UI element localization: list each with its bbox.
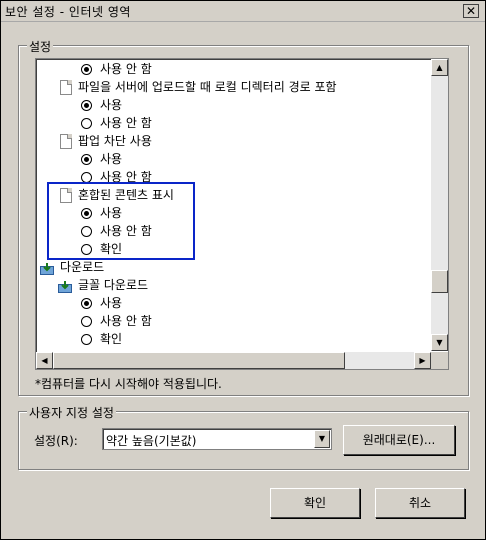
settings-tree-content: 사용 안 함 파일을 서버에 업로드할 때 로컬 디렉터리 경로 포함 사용 사용 안… xyxy=(36,59,431,351)
option-label: 사용 xyxy=(100,206,123,220)
dropdown-arrow-glyph: ▼ xyxy=(318,434,326,443)
settings-level-label: 설정(R): xyxy=(34,434,78,448)
radio-option[interactable]: 사용 안 함 xyxy=(81,60,152,78)
option-label: 글꼴 다운로드 xyxy=(78,278,149,292)
setting-category[interactable]: 팝업 차단 사용 xyxy=(60,132,152,150)
radio-checked-icon xyxy=(81,100,92,111)
radio-unchecked-icon xyxy=(81,172,92,183)
setting-category[interactable]: 혼합된 콘텐츠 표시 xyxy=(60,186,174,204)
radio-option[interactable]: 사용 안 함 xyxy=(81,312,152,330)
horizontal-scrollbar[interactable]: ◀ ▶ xyxy=(36,352,431,369)
scrollbar-corner xyxy=(431,352,448,369)
restart-note: *컴퓨터를 다시 시작해야 적용됩니다. xyxy=(35,377,222,391)
option-label: 혼합된 콘텐츠 표시 xyxy=(78,188,174,202)
radio-checked-icon xyxy=(81,208,92,219)
settings-group-label: 설정 xyxy=(27,38,54,55)
radio-option[interactable]: 사용 xyxy=(81,150,122,168)
document-icon xyxy=(60,80,72,95)
scroll-down-button[interactable]: ▼ xyxy=(431,334,448,351)
settings-tree-list[interactable]: 사용 안 함 파일을 서버에 업로드할 때 로컬 디렉터리 경로 포함 사용 사용 안… xyxy=(35,58,449,370)
cancel-button[interactable]: 취소 xyxy=(375,488,465,518)
option-label: 사용 안 함 xyxy=(100,116,152,130)
option-label: 확인 xyxy=(100,332,123,346)
radio-option[interactable]: 사용 안 함 xyxy=(81,222,152,240)
option-label: 사용 안 함 xyxy=(100,170,152,184)
radio-unchecked-icon xyxy=(81,334,92,345)
option-label: 사용 안 함 xyxy=(100,62,152,76)
scroll-left-button[interactable]: ◀ xyxy=(36,352,53,369)
radio-option[interactable]: 사용 안 함 xyxy=(81,114,152,132)
radio-checked-icon xyxy=(81,154,92,165)
document-icon xyxy=(60,134,72,149)
close-button[interactable]: ✕ xyxy=(463,4,479,18)
scroll-right-icon: ▶ xyxy=(419,356,426,365)
radio-unchecked-icon xyxy=(81,226,92,237)
option-label: 사용 안 함 xyxy=(100,314,152,328)
security-settings-dialog: 보안 설정 - 인터넷 영역 ✕ 설정 사용 안 함파일을 서버에 업로드할 때… xyxy=(0,0,486,540)
option-label: 사용 안 함 xyxy=(100,224,152,238)
reset-button[interactable]: 원래대로(E)... xyxy=(343,425,455,455)
radio-checked-icon xyxy=(81,298,92,309)
document-icon xyxy=(60,188,72,203)
close-icon: ✕ xyxy=(465,4,477,18)
radio-option[interactable]: 확인 xyxy=(81,240,122,258)
vertical-scrollbar[interactable]: ▲ ▼ xyxy=(431,59,448,351)
option-label: 팝업 차단 사용 xyxy=(78,134,152,148)
radio-unchecked-icon xyxy=(81,316,92,327)
option-label: 사용 xyxy=(100,152,123,166)
radio-unchecked-icon xyxy=(81,118,92,129)
option-label: 사용 xyxy=(100,296,123,310)
security-level-value: 약간 높음(기본값) xyxy=(106,434,197,448)
chevron-down-icon[interactable]: ▼ xyxy=(314,430,330,448)
option-label: 파일을 서버에 업로드할 때 로컬 디렉터리 경로 포함 xyxy=(78,80,337,94)
scroll-left-icon: ◀ xyxy=(41,356,48,365)
download-icon xyxy=(58,280,72,293)
scroll-up-button[interactable]: ▲ xyxy=(431,59,448,76)
ok-button[interactable]: 확인 xyxy=(270,488,360,518)
radio-option[interactable]: 사용 xyxy=(81,294,122,312)
scroll-up-icon: ▲ xyxy=(436,63,443,72)
security-level-dropdown[interactable]: 약간 높음(기본값) ▼ xyxy=(102,428,332,450)
scroll-right-button[interactable]: ▶ xyxy=(414,352,431,369)
option-label: 사용 xyxy=(100,98,123,112)
setting-category[interactable]: 파일을 서버에 업로드할 때 로컬 디렉터리 경로 포함 xyxy=(60,78,337,96)
radio-option[interactable]: 사용 안 함 xyxy=(81,168,152,186)
option-label: 확인 xyxy=(100,242,123,256)
title-bar[interactable]: 보안 설정 - 인터넷 영역 ✕ xyxy=(1,1,485,22)
radio-option[interactable]: 사용 xyxy=(81,204,122,222)
download-icon xyxy=(40,262,54,275)
radio-option[interactable]: 사용 xyxy=(81,96,122,114)
radio-checked-icon xyxy=(81,64,92,75)
radio-unchecked-icon xyxy=(81,244,92,255)
window-title: 보안 설정 - 인터넷 영역 xyxy=(5,5,131,19)
custom-settings-group-label: 사용자 지정 설정 xyxy=(27,404,116,421)
setting-category[interactable]: 글꼴 다운로드 xyxy=(58,276,148,294)
setting-group-downloads[interactable]: 다운로드 xyxy=(40,258,104,276)
horizontal-scroll-thumb[interactable] xyxy=(53,352,345,369)
radio-option[interactable]: 확인 xyxy=(81,330,122,348)
scroll-down-icon: ▼ xyxy=(436,338,443,347)
option-label: 다운로드 xyxy=(60,260,105,274)
vertical-scroll-thumb[interactable] xyxy=(431,270,448,293)
